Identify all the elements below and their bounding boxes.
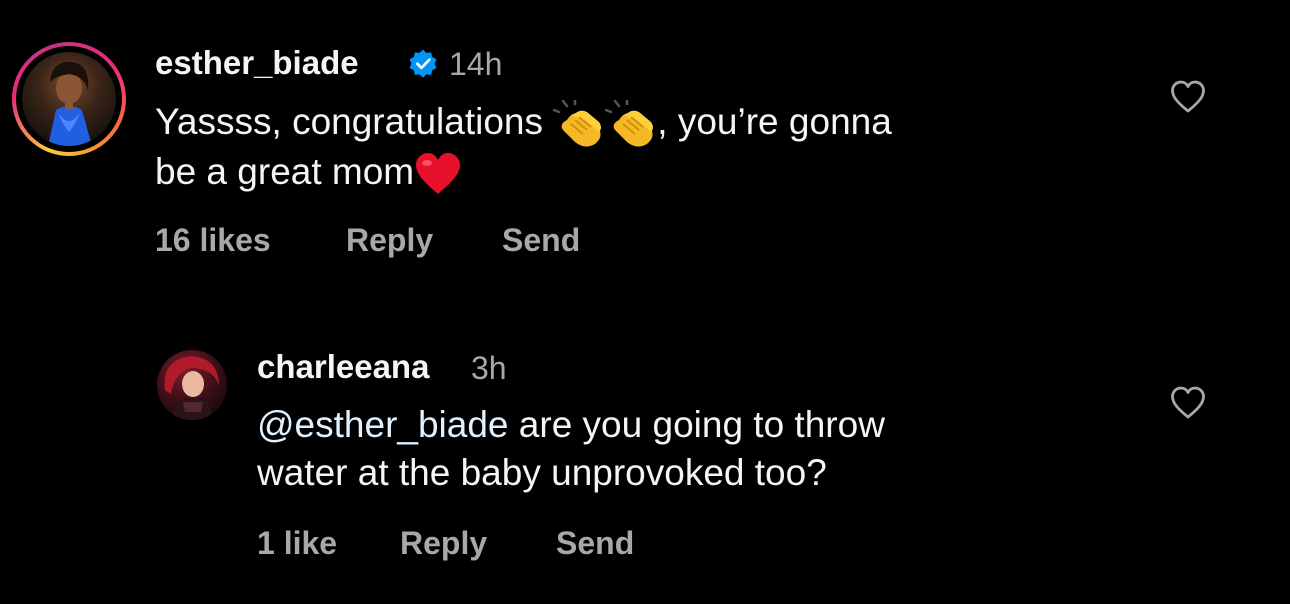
story-ring-avatar[interactable] — [12, 42, 126, 156]
comment-text-part: Yassss, congratulations — [155, 101, 544, 142]
heart-outline-icon[interactable] — [1170, 386, 1206, 420]
comment-text: Yassss, congratulations , you’re gonna b… — [155, 98, 1035, 196]
red-heart-emoji — [416, 153, 461, 195]
comment-text-part: , you’re gonna — [657, 101, 892, 142]
comment-text: @esther_biade are you going to throw wat… — [257, 401, 1137, 497]
mention-link[interactable]: @esther_biade — [257, 404, 509, 445]
avatar-image — [164, 356, 219, 420]
comment-timestamp: 14h — [449, 46, 503, 82]
comment-timestamp: 3h — [471, 350, 507, 386]
avatar[interactable] — [22, 52, 116, 146]
send-button[interactable]: Send — [556, 523, 634, 563]
send-button[interactable]: Send — [502, 220, 580, 260]
comment-text-part: be a great mom — [155, 151, 415, 193]
likes-count[interactable]: 1 like — [257, 523, 337, 563]
clapping-hands-emoji — [553, 100, 602, 147]
avatar[interactable] — [157, 350, 227, 420]
reply-button[interactable]: Reply — [346, 220, 433, 260]
verified-badge-icon — [409, 49, 437, 78]
avatar-image — [48, 61, 92, 146]
clapping-hands-emoji — [605, 100, 654, 147]
heart-outline-icon[interactable] — [1170, 80, 1206, 114]
reply-button[interactable]: Reply — [400, 523, 487, 563]
comment-username[interactable]: esther_biade — [155, 43, 359, 83]
comment-item: charleeana 3h @esther_biade are you goin… — [0, 330, 1290, 604]
comment-text-part: water at the baby unprovoked too? — [257, 452, 827, 493]
comment-item: esther_biade 14h Yassss, congratulations… — [0, 0, 1290, 300]
comment-username[interactable]: charleeana — [257, 347, 429, 387]
likes-count[interactable]: 16 likes — [155, 220, 271, 260]
comment-text-part: are you going to throw — [508, 404, 885, 445]
